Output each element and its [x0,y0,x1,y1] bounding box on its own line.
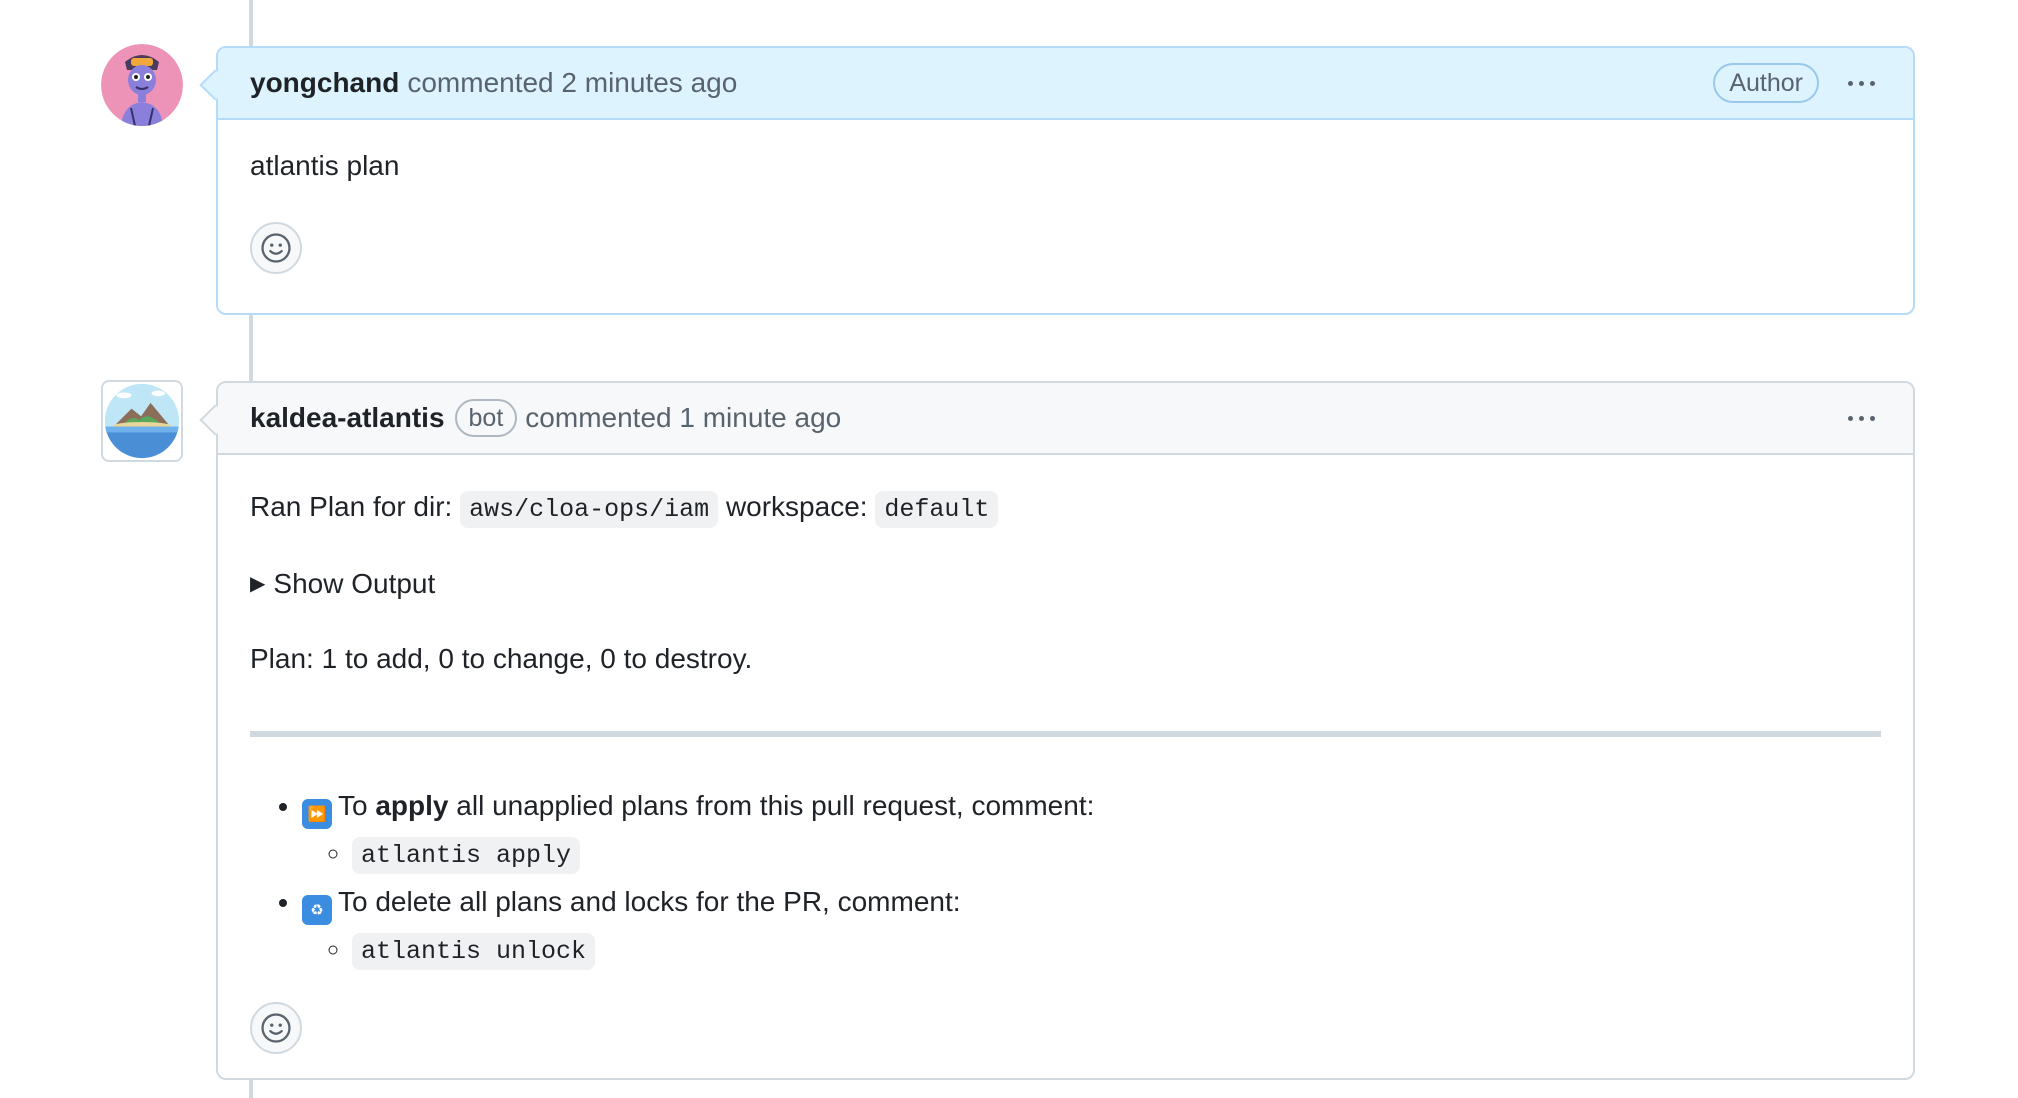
avatar-yongchand[interactable] [101,44,183,126]
apply-command-list: atlantis apply [302,833,1881,876]
unlock-command-code: atlantis unlock [352,933,596,970]
plan-result-line: Ran Plan for dir: aws/cloa-ops/iam works… [250,487,1881,530]
author-badge: Author [1713,63,1819,103]
bot-badge: bot [454,399,518,437]
list-item: atlantis apply [352,833,1881,876]
comment-body: atlantis plan [218,146,1913,274]
disclosure-triangle-icon: ▶ [250,573,266,595]
timeline-line [249,313,253,383]
comment-options-button[interactable] [1841,415,1881,421]
comment-text: atlantis plan [250,150,400,181]
comment-body: Ran Plan for dir: aws/cloa-ops/iam works… [218,487,1913,1054]
comment-author-link[interactable]: yongchand [250,67,399,99]
unlock-command-list: atlantis unlock [302,929,1881,972]
plan-summary: Plan: 1 to add, 0 to change, 0 to destro… [250,643,753,674]
comment-timestamp[interactable]: commented 2 minutes ago [407,67,737,99]
comment-yongchand: yongchand commented 2 minutes ago Author… [199,46,1915,315]
instructions-list: ⏩To apply all unapplied plans from this … [250,786,1881,972]
avatar-kaldea-atlantis[interactable] [101,380,183,462]
add-reaction-button[interactable] [250,1002,302,1054]
unlock-instruction: ♻To delete all plans and locks for the P… [302,882,1881,972]
timeline-line [249,1078,253,1098]
comment-timestamp[interactable]: commented 1 minute ago [525,402,841,434]
put-litter-in-its-place-emoji-icon: ♻ [302,895,332,925]
comment-kaldea-atlantis: kaldea-atlantis bot commented 1 minute a… [199,381,1915,1080]
plan-dir-code: aws/cloa-ops/iam [460,491,719,528]
apply-instruction: ⏩To apply all unapplied plans from this … [302,786,1881,876]
comment-header: kaldea-atlantis bot commented 1 minute a… [218,383,1913,455]
plan-dir-label: Ran Plan for dir: [250,491,453,522]
smiley-icon [261,233,291,263]
workspace-label: workspace: [725,491,868,522]
show-output-label: Show Output [273,568,436,599]
show-output-toggle[interactable]: ▶ Show Output [250,564,1881,604]
list-item: atlantis unlock [352,929,1881,972]
comment-header: yongchand commented 2 minutes ago Author [218,48,1913,120]
workspace-code: default [875,491,999,528]
comment-author-link[interactable]: kaldea-atlantis [250,402,445,434]
divider [250,731,1881,737]
apply-command-code: atlantis apply [352,837,581,874]
smiley-icon [261,1013,291,1043]
comment-options-button[interactable] [1841,80,1881,86]
add-reaction-button[interactable] [250,222,302,274]
timeline-line [249,0,253,47]
apply-emphasis: apply [375,790,449,821]
fast-forward-emoji-icon: ⏩ [302,799,332,829]
